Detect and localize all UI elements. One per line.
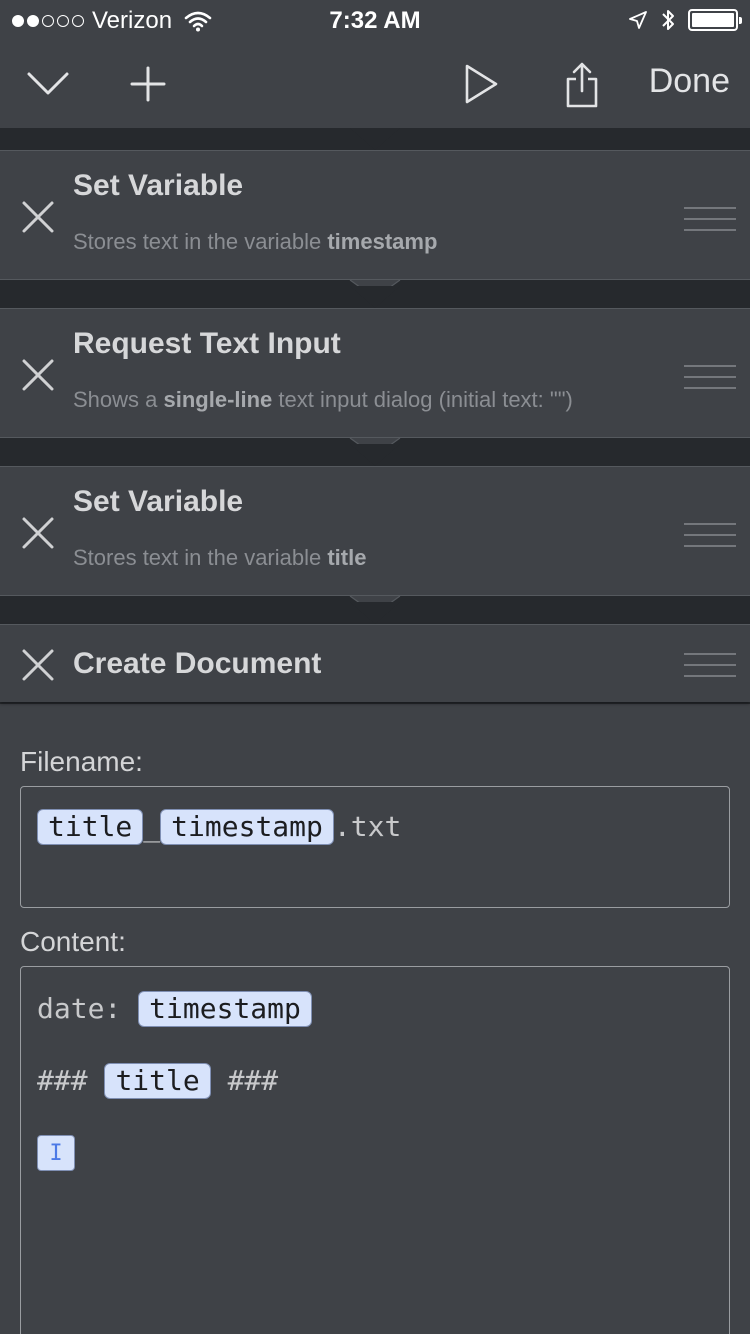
drag-handle-icon[interactable]	[684, 207, 736, 233]
status-left: Verizon	[12, 7, 212, 35]
status-bar: Verizon 7:32 AM	[0, 0, 750, 40]
variable-token-timestamp[interactable]: timestamp	[160, 809, 334, 845]
remove-action-icon[interactable]	[20, 647, 56, 683]
variable-token-title[interactable]: title	[104, 1063, 211, 1099]
drag-handle-icon[interactable]	[684, 653, 736, 679]
carrier-name: Verizon	[92, 7, 173, 34]
wifi-icon	[184, 11, 212, 32]
signal-dot	[72, 15, 84, 27]
done-button[interactable]: Done	[649, 62, 730, 101]
action-create-document[interactable]: Create Document	[0, 624, 750, 702]
action-title: Set Variable	[73, 485, 244, 518]
content-field[interactable]: date: timestamp ### title ### I	[20, 966, 730, 1334]
action-title: Create Document	[73, 647, 322, 680]
content-line: ### title ###	[37, 1063, 279, 1099]
drag-handle-icon[interactable]	[684, 365, 736, 391]
add-action-button[interactable]	[128, 64, 168, 104]
filename-line: title _ timestamp .txt	[37, 809, 401, 845]
action-description: Stores text in the variable timestamp	[73, 229, 438, 254]
content-label: Content:	[20, 926, 126, 957]
remove-action-icon[interactable]	[20, 357, 56, 393]
toolbar: Done	[0, 40, 750, 128]
filename-separator: _	[143, 810, 161, 843]
signal-strength-icon	[12, 15, 84, 27]
collapse-button[interactable]	[24, 64, 72, 104]
bluetooth-icon	[662, 10, 674, 30]
content-line: date: timestamp	[37, 991, 312, 1027]
action-description: Shows a single-line text input dialog (i…	[73, 387, 573, 412]
action-set-variable-title[interactable]: Set Variable Stores text in the variable…	[0, 466, 750, 596]
filename-field[interactable]: title _ timestamp .txt	[20, 786, 730, 908]
location-arrow-icon	[629, 11, 647, 29]
battery-level	[692, 13, 734, 27]
action-request-text-input[interactable]: Request Text Input Shows a single-line t…	[0, 308, 750, 438]
variable-token-title[interactable]: title	[37, 809, 144, 845]
remove-action-icon[interactable]	[20, 515, 56, 551]
share-icon	[566, 62, 598, 108]
plus-icon	[130, 66, 166, 102]
action-set-variable-timestamp[interactable]: Set Variable Stores text in the variable…	[0, 150, 750, 280]
filename-label: Filename:	[20, 746, 143, 777]
filename-extension: .txt	[333, 810, 402, 843]
drag-handle-icon[interactable]	[684, 523, 736, 549]
play-icon	[465, 64, 498, 104]
signal-dot	[12, 15, 24, 27]
action-description: Stores text in the variable title	[73, 545, 367, 570]
action-title: Request Text Input	[73, 327, 341, 360]
action-title: Set Variable	[73, 169, 244, 202]
run-button[interactable]	[460, 62, 502, 106]
chevron-down-icon	[27, 72, 69, 95]
variable-token-timestamp[interactable]: timestamp	[138, 991, 312, 1027]
remove-action-icon[interactable]	[20, 199, 56, 235]
text-cursor-icon[interactable]: I	[37, 1135, 75, 1171]
signal-dot	[42, 15, 54, 27]
share-button[interactable]	[562, 60, 602, 110]
signal-dot	[27, 15, 39, 27]
battery-icon	[688, 9, 742, 31]
status-right	[628, 8, 742, 32]
signal-dot	[57, 15, 69, 27]
